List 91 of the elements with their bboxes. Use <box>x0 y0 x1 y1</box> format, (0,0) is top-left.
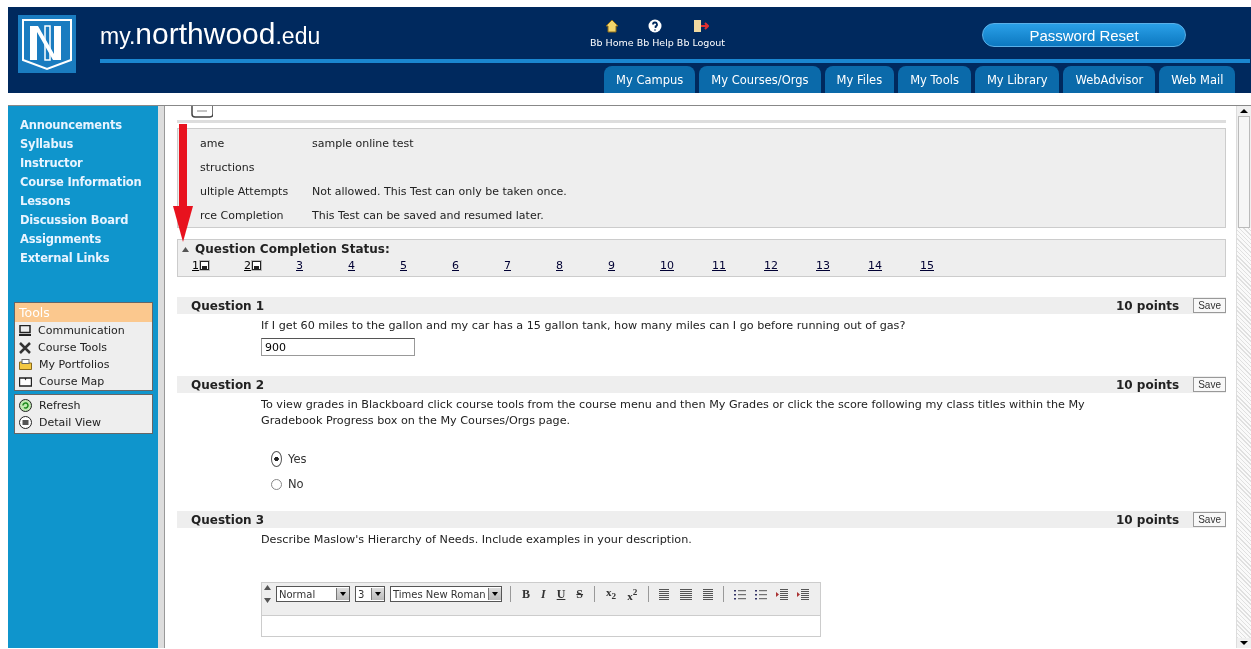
site-title: my.northwood.edu <box>100 19 321 52</box>
question-points: 10 points <box>1115 298 1180 313</box>
format-button[interactable]: S <box>573 586 587 602</box>
tools-heading: Tools <box>15 303 152 322</box>
question-link[interactable]: 11 <box>712 259 764 272</box>
save-button[interactable]: Save <box>1193 512 1226 527</box>
save-button[interactable]: Save <box>1193 377 1226 392</box>
nav-tab[interactable]: WebAdvisor <box>1063 66 1156 93</box>
info-label: rce Completion <box>200 208 285 222</box>
question-link[interactable]: 5 <box>400 259 452 272</box>
saved-icon <box>199 260 210 271</box>
align-icon[interactable] <box>680 588 693 600</box>
saved-icon <box>251 260 262 271</box>
refresh-icon <box>19 399 32 412</box>
question-text: Describe Maslow's Hierarchy of Needs. Include examples in your description. <box>261 532 693 548</box>
logo-icon <box>18 15 76 73</box>
radio-button[interactable] <box>271 478 282 490</box>
question-link[interactable]: 9 <box>608 259 660 272</box>
header-link[interactable]: Bb Logout <box>676 19 725 48</box>
format-button[interactable]: x$^{2}$ <box>624 586 641 602</box>
format-select[interactable]: Normal <box>276 586 350 602</box>
question-points: 10 points <box>1115 512 1180 527</box>
scroll-thumb[interactable] <box>1238 116 1250 228</box>
option-label: Yes <box>288 452 307 466</box>
nav-tab[interactable]: Web Mail <box>1159 66 1236 93</box>
house-icon <box>604 19 619 33</box>
status-title: Question Completion Status: <box>195 242 390 256</box>
info-value: This Test can be saved and resumed later. <box>312 208 544 222</box>
toolbar-toggle-icon[interactable] <box>264 585 271 603</box>
question-link[interactable]: 2 <box>244 259 296 272</box>
tool-link[interactable]: My Portfolios <box>15 356 152 373</box>
door-icon <box>692 19 709 33</box>
question-text: If I get 60 miles to the gallon and my car has a 15 gallon tank, how many miles can I go before running out of gas? <box>261 318 907 334</box>
option-label: No <box>288 477 304 491</box>
view-link[interactable]: Detail View <box>15 414 152 431</box>
question-link[interactable]: 10 <box>660 259 712 272</box>
info-value: Not allowed. This Test can only be taken once. <box>312 184 567 198</box>
format-button[interactable]: U <box>553 586 569 602</box>
format-button[interactable]: x$_{2}$ <box>603 586 620 602</box>
collapse-icon[interactable] <box>182 246 189 252</box>
password-reset-button[interactable]: Password Reset <box>982 23 1186 47</box>
tool-link[interactable]: Course Map <box>15 373 152 390</box>
question-points: 10 points <box>1115 377 1180 392</box>
nav-tab[interactable]: My Files <box>824 66 895 93</box>
info-label: ame <box>200 136 226 150</box>
list-icon[interactable] <box>734 588 747 600</box>
question-title: Question 1 <box>191 298 266 313</box>
size-select[interactable]: 3 <box>355 586 385 602</box>
tools-icon <box>19 341 31 354</box>
help-icon <box>648 19 663 33</box>
question-title: Question 3 <box>191 512 266 527</box>
question-link[interactable]: 3 <box>296 259 348 272</box>
list-icon[interactable] <box>755 588 768 600</box>
nav-tab[interactable]: My Courses/Orgs <box>699 66 821 93</box>
question-link[interactable]: 14 <box>868 259 920 272</box>
align-icon[interactable] <box>659 588 672 600</box>
indent-icon[interactable] <box>797 588 810 600</box>
radio-button[interactable] <box>271 451 282 467</box>
header-link[interactable]: Bb Help <box>636 19 674 48</box>
detail-icon <box>19 416 32 429</box>
nav-tab[interactable]: My Library <box>974 66 1060 93</box>
computer-icon <box>19 325 31 336</box>
question-link[interactable]: 12 <box>764 259 816 272</box>
nav-tab[interactable]: My Campus <box>604 66 696 93</box>
question-link[interactable]: 13 <box>816 259 868 272</box>
question-link[interactable]: 8 <box>556 259 608 272</box>
question-link[interactable]: 15 <box>920 259 972 272</box>
question-text: To view grades in Blackboard click course tools from the course menu and then My Grades or click the score following my class titles within the My Gradebook Progress box on the My Courses/Orgs page. <box>261 397 1086 429</box>
indent-icon[interactable] <box>776 588 789 600</box>
view-link[interactable]: Refresh <box>15 397 152 414</box>
tool-link[interactable]: Course Tools <box>15 339 152 356</box>
align-icon[interactable] <box>701 588 714 600</box>
nav-tab[interactable]: My Tools <box>898 66 971 93</box>
answer-field[interactable]: 900 <box>261 338 415 356</box>
info-label: structions <box>200 160 256 174</box>
format-button[interactable]: I <box>538 586 549 602</box>
question-link[interactable]: 6 <box>452 259 504 272</box>
scrollbar[interactable] <box>1236 106 1251 648</box>
format-button[interactable]: B <box>519 586 533 602</box>
save-button[interactable]: Save <box>1193 298 1226 313</box>
folder-icon <box>19 359 32 370</box>
font-select[interactable]: Times New Roman <box>390 586 502 602</box>
header-link[interactable]: Bb Home <box>590 19 634 48</box>
question-link[interactable]: 1 <box>192 259 244 272</box>
question-title: Question 2 <box>191 377 266 392</box>
book-icon <box>19 376 32 387</box>
question-link[interactable]: 4 <box>348 259 400 272</box>
question-link[interactable]: 7 <box>504 259 556 272</box>
tool-link[interactable]: Communication <box>15 322 152 339</box>
info-label: ultiple Attempts <box>200 184 290 198</box>
info-value: sample online test <box>312 136 414 150</box>
